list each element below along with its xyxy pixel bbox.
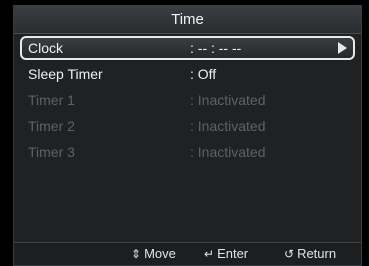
enter-icon: ↵ — [204, 247, 215, 261]
menu-item-value: : Inactivated — [190, 92, 266, 108]
menu-item-label: Sleep Timer — [28, 66, 103, 82]
button-hint-bar: ⇕ Move ↵ Enter ↺ Return — [14, 242, 361, 265]
tv-screen: Time Clock : -- : -- -- Sleep Timer : Of… — [0, 0, 369, 266]
return-icon: ↺ — [284, 247, 295, 261]
menu-item-label: Timer 3 — [28, 144, 75, 160]
return-hint-label: Return — [297, 246, 337, 261]
menu-item-clock[interactable]: Clock : -- : -- -- — [20, 36, 355, 60]
menu-item-value: : Inactivated — [190, 118, 266, 134]
menu-item-timer-3: Timer 3 : Inactivated — [20, 141, 355, 164]
menu-item-timer-2: Timer 2 : Inactivated — [20, 115, 355, 138]
return-hint: ↺ Return — [284, 243, 336, 265]
menu-item-value: : -- : -- -- — [190, 40, 242, 56]
move-hint: ⇕ Move — [131, 243, 176, 265]
menu-item-label: Clock — [28, 40, 64, 56]
menu-list: Clock : -- : -- -- Sleep Timer : Off Tim… — [14, 36, 361, 167]
move-hint-label: Move — [144, 246, 176, 261]
menu-item-value: : Off — [190, 66, 217, 82]
menu-item-value: : Inactivated — [190, 144, 266, 160]
menu-item-label: Timer 1 — [28, 92, 75, 108]
menu-title: Time — [14, 6, 361, 34]
menu-item-label: Timer 2 — [28, 118, 75, 134]
time-menu-panel: Time Clock : -- : -- -- Sleep Timer : Of… — [13, 5, 362, 266]
chevron-right-icon — [338, 42, 347, 54]
menu-item-sleep-timer[interactable]: Sleep Timer : Off — [20, 63, 355, 86]
enter-hint-label: Enter — [217, 246, 249, 261]
up-down-icon: ⇕ — [131, 247, 142, 261]
enter-hint: ↵ Enter — [204, 243, 248, 265]
menu-item-timer-1: Timer 1 : Inactivated — [20, 89, 355, 112]
